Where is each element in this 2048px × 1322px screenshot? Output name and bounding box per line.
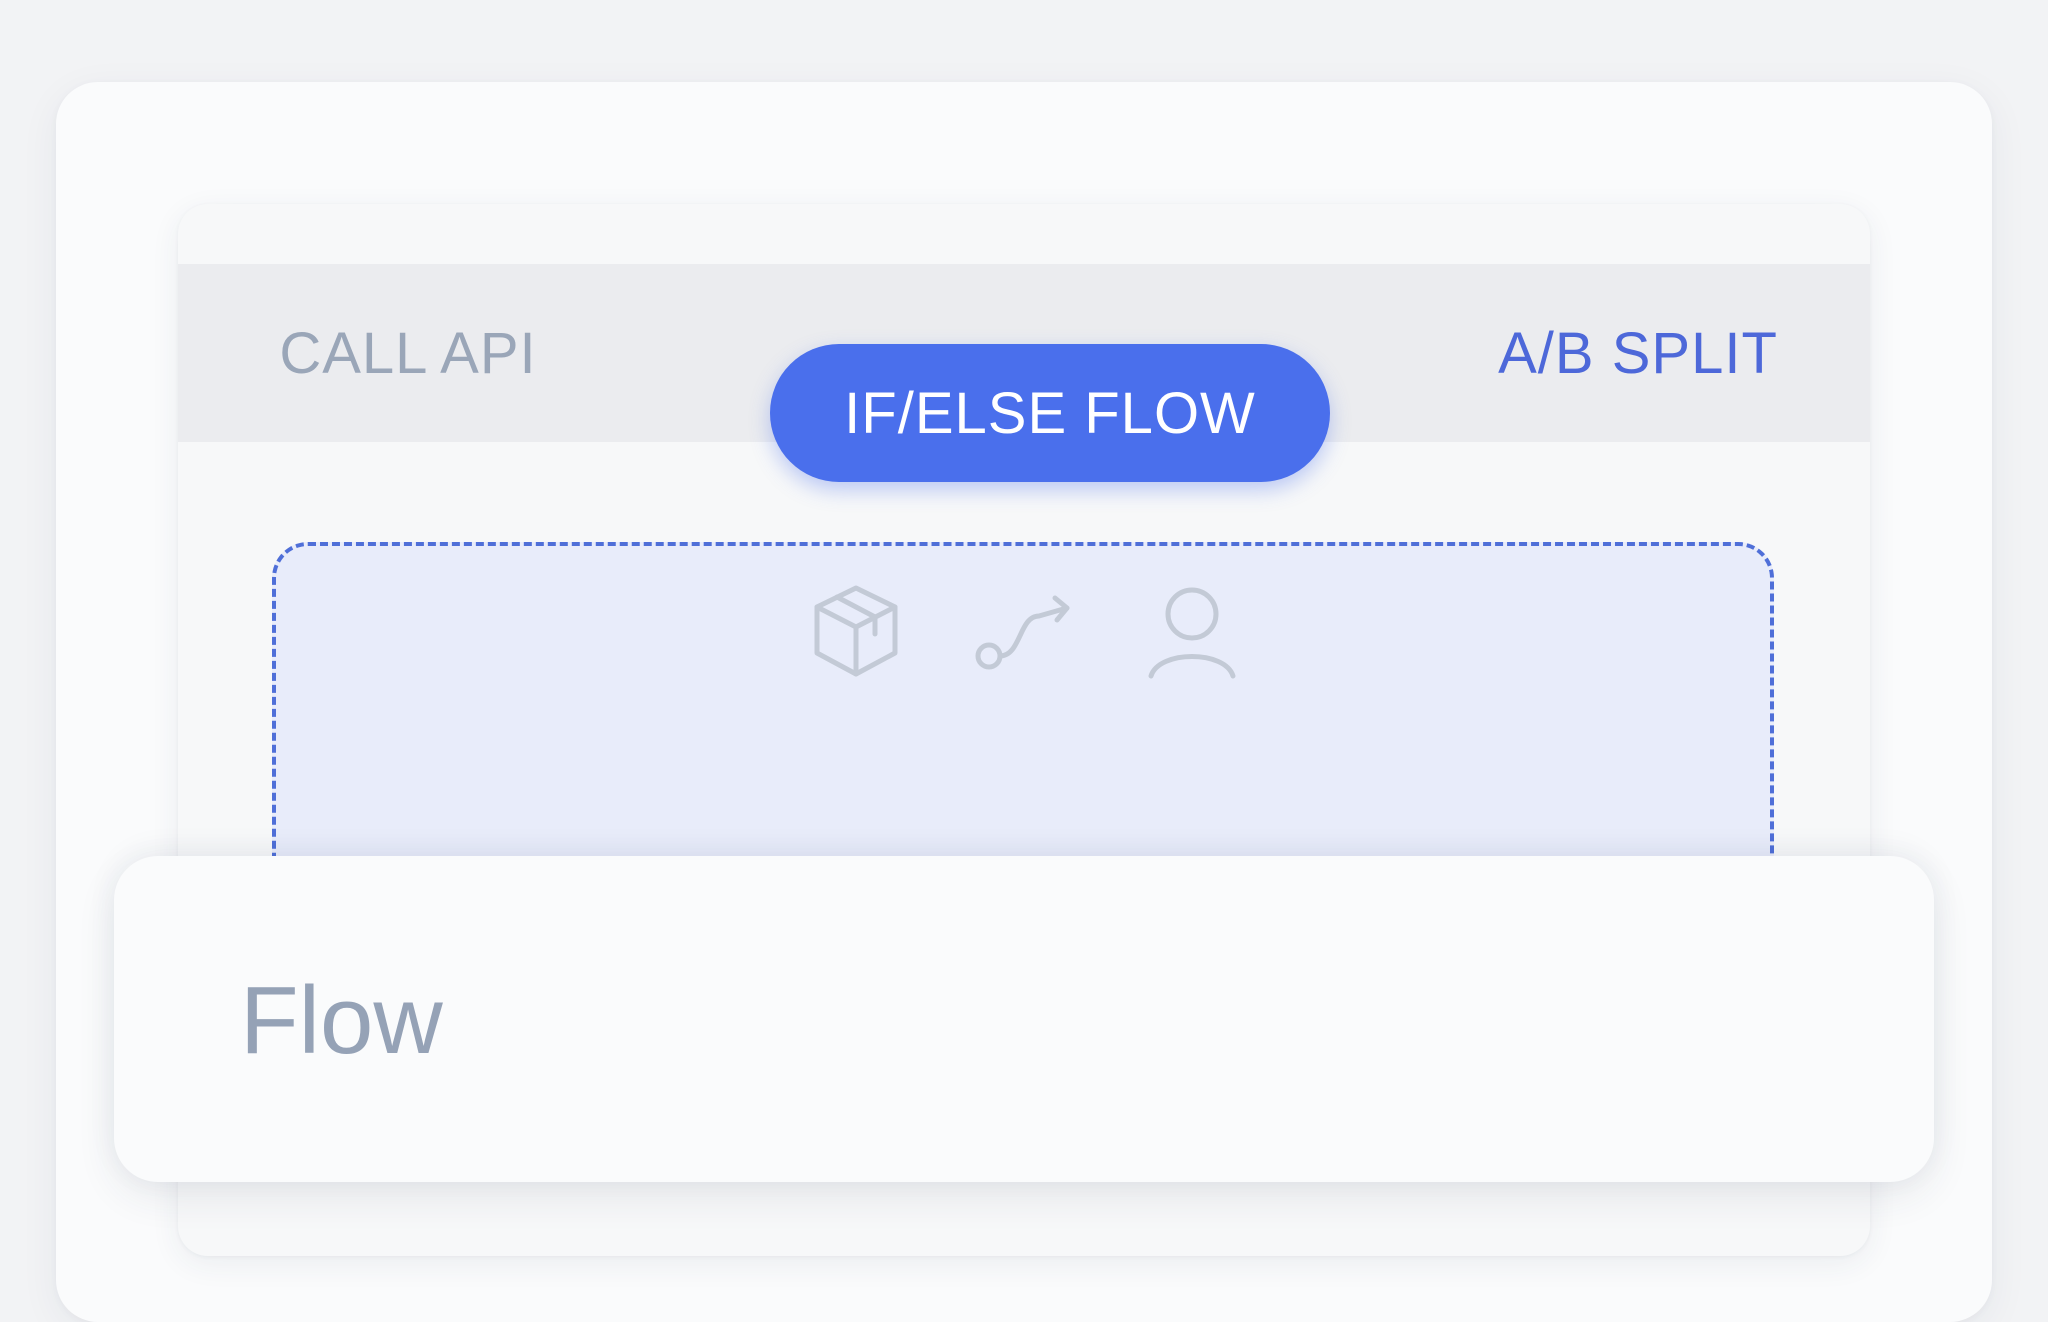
tab-ab-split[interactable]: A/B SPLIT: [1468, 264, 1808, 442]
tab-bar: CALL API IF/ELSE FLOW A/B SPLIT: [178, 264, 1870, 482]
flow-path-icon: [969, 576, 1079, 686]
drop-zone-icons: [178, 576, 1870, 686]
box-icon: [801, 576, 911, 686]
flow-card[interactable]: Flow: [114, 856, 1934, 1182]
tab-call-api[interactable]: CALL API: [258, 264, 558, 442]
flow-card-title: Flow: [240, 967, 443, 1074]
user-icon: [1137, 576, 1247, 686]
tab-if-else-flow[interactable]: IF/ELSE FLOW: [770, 344, 1330, 482]
